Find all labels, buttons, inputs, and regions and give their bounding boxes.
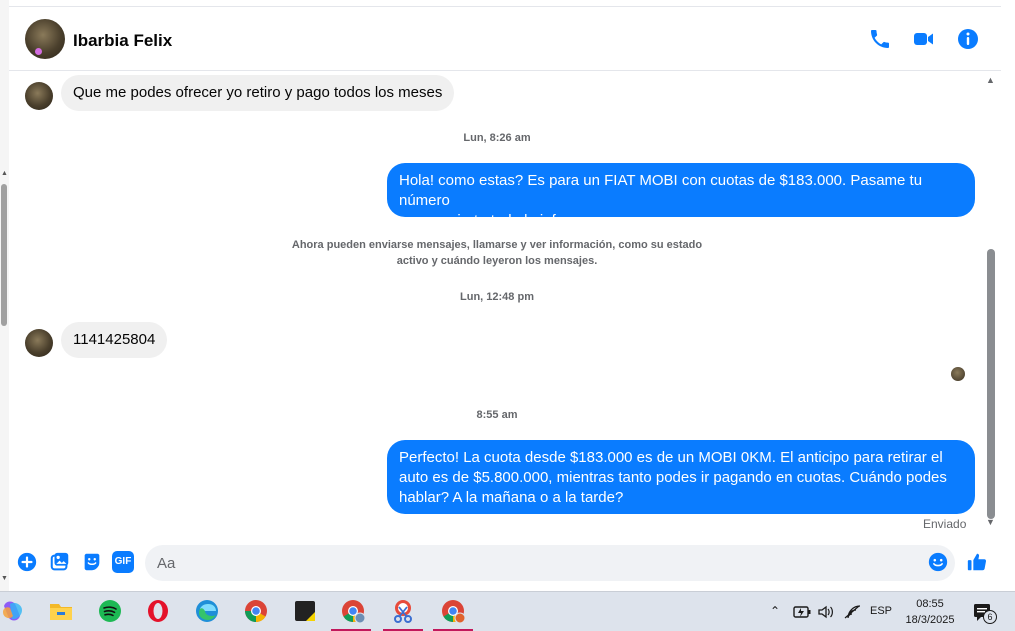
photo-gallery-icon[interactable] — [49, 551, 71, 573]
contact-avatar[interactable] — [25, 19, 65, 59]
windows-taskbar: ⌃ ESP 08:55 18/3/2025 6 — [0, 591, 1015, 631]
chrome-icon[interactable] — [243, 598, 269, 624]
scroll-up-arrow-icon[interactable]: ▲ — [1, 170, 8, 177]
edge-icon[interactable] — [194, 598, 220, 624]
message-input-wrapper — [145, 545, 955, 581]
incoming-message[interactable]: 1141425804 — [61, 322, 168, 358]
message-text-line: para enviarte toda la info — [399, 212, 565, 229]
file-explorer-icon[interactable] — [48, 598, 74, 624]
timestamp: Lun, 8:26 am — [463, 132, 531, 144]
read-receipt-avatar — [951, 367, 965, 381]
chrome-profile-icon[interactable] — [340, 598, 366, 624]
snipping-tool-icon[interactable] — [390, 598, 416, 624]
sent-status: Enviado — [923, 517, 967, 531]
spotify-icon[interactable] — [97, 598, 123, 624]
notification-count-badge: 6 — [983, 610, 997, 624]
message-text: 1141425804 — [73, 331, 156, 348]
system-note-line: activo y cuándo leyeron los mensajes. — [396, 255, 598, 267]
battery-icon[interactable] — [793, 605, 811, 619]
phone-call-icon[interactable] — [868, 27, 892, 51]
chrome-profile-2-icon[interactable] — [440, 598, 466, 624]
video-call-icon[interactable] — [912, 27, 936, 51]
opera-icon[interactable] — [145, 598, 171, 624]
volume-icon[interactable] — [817, 604, 835, 620]
outgoing-message[interactable]: Perfecto! La cuota desde $183.000 es de … — [387, 440, 975, 514]
timestamp: 8:55 am — [476, 409, 518, 421]
chat-panel: Ibarbia Felix Que me podes ofrecer yo re… — [9, 6, 1001, 591]
avatar-badge — [35, 48, 42, 55]
contact-message-avatar[interactable] — [25, 329, 53, 357]
system-clock[interactable]: 08:55 18/3/2025 — [898, 596, 962, 628]
message-text-line: hablar? A la mañana o a la tarde? — [399, 489, 624, 506]
privacy-system-note: Ahora pueden enviarse mensajes, llamarse… — [247, 237, 747, 269]
chat-header: Ibarbia Felix — [9, 7, 1001, 71]
contact-message-avatar[interactable] — [25, 82, 53, 110]
input-language[interactable]: ESP — [870, 605, 892, 631]
system-note-line: Ahora pueden enviarse mensajes, llamarse… — [291, 239, 703, 251]
copilot-icon[interactable] — [0, 598, 26, 624]
incoming-message[interactable]: Que me podes ofrecer yo retiro y pago to… — [61, 75, 455, 111]
page-scrollbar-thumb[interactable] — [1, 184, 7, 326]
scroll-down-arrow-icon[interactable]: ▼ — [1, 575, 8, 582]
outgoing-message[interactable]: Hola! como estas? Es para un FIAT MOBI c… — [387, 163, 975, 229]
info-icon[interactable] — [956, 27, 980, 51]
wifi-icon[interactable] — [843, 604, 861, 620]
message-input[interactable] — [145, 545, 955, 581]
clock-date: 18/3/2025 — [905, 614, 955, 626]
chat-scrollbar-thumb[interactable] — [987, 249, 995, 519]
clock-time: 08:55 — [916, 598, 944, 610]
sticky-notes-icon[interactable] — [292, 598, 318, 624]
scroll-down-arrow-icon[interactable]: ▼ — [986, 517, 995, 527]
gif-label: GIF — [114, 556, 132, 567]
add-plus-icon[interactable] — [16, 551, 38, 573]
message-text-line: Hola! como estas? Es para un FIAT MOBI c… — [399, 172, 923, 209]
thumbs-up-icon[interactable] — [966, 551, 988, 573]
page-scrollbar[interactable]: ▲ ▼ — [0, 0, 9, 591]
gif-button[interactable]: GIF — [112, 551, 134, 573]
emoji-icon[interactable] — [927, 551, 949, 573]
message-text-line: Perfecto! La cuota desde $183.000 es de … — [399, 449, 943, 466]
sticker-icon[interactable] — [81, 551, 103, 573]
timestamp: Lun, 12:48 pm — [460, 291, 534, 303]
message-text-line: auto es de $5.800.000, mientras tanto po… — [399, 469, 947, 486]
show-hidden-icons-chevron-up-icon[interactable]: ⌃ — [770, 604, 780, 631]
contact-name[interactable]: Ibarbia Felix — [73, 31, 172, 51]
scroll-up-arrow-icon[interactable]: ▲ — [986, 75, 995, 85]
chat-scrollbar[interactable]: ▲ ▼ — [985, 73, 1001, 533]
message-text: Que me podes ofrecer yo retiro y pago to… — [73, 84, 443, 101]
message-composer: GIF — [9, 539, 1001, 589]
